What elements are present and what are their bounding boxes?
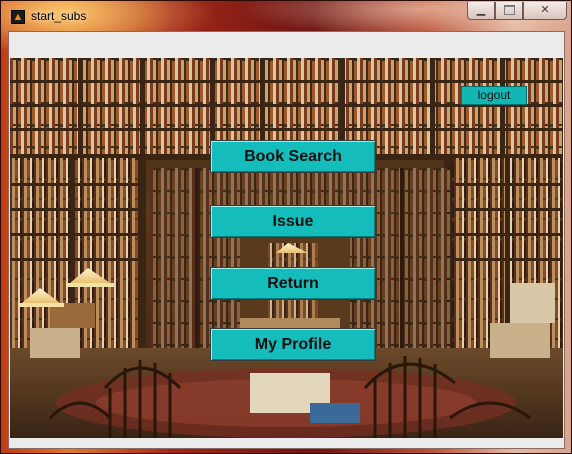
logout-button[interactable]: logout [461,86,527,105]
close-icon: ✕ [540,4,550,16]
maximize-button[interactable] [495,2,523,20]
library-background-image: logout Book Search Issue Return My Profi… [10,58,563,438]
minimize-icon: ▁ [476,4,486,16]
window-controls: ▁ ✕ [467,2,567,22]
window-title: start_subs [31,9,87,23]
matlab-icon: ▲ [11,10,25,24]
my-profile-button[interactable]: My Profile [210,328,376,361]
library-illustration [10,58,563,438]
figure-client-area: logout Book Search Issue Return My Profi… [8,31,565,449]
return-button[interactable]: Return [210,267,376,300]
book-search-button[interactable]: Book Search [210,140,376,173]
maximize-icon [503,5,515,16]
issue-button[interactable]: Issue [210,205,376,238]
title-bar[interactable]: ▲ start_subs ▁ ✕ [1,1,572,31]
minimize-button[interactable]: ▁ [467,2,495,20]
window-frame: ▲ start_subs ▁ ✕ logout Book Search Issu… [0,0,572,454]
close-button[interactable]: ✕ [523,2,567,20]
